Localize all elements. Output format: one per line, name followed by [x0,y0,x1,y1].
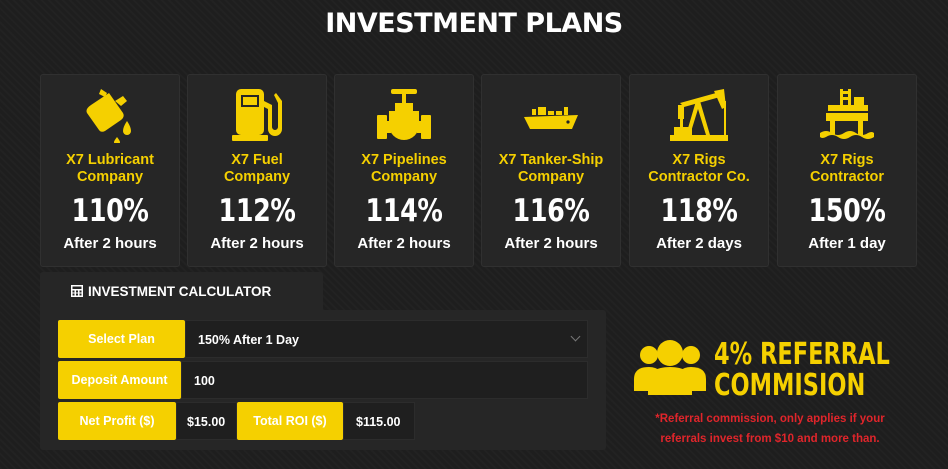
plan-card-lubricant[interactable]: X7 Lubricant Company 110% After 2 hours [40,74,180,267]
net-profit-value: $15.00 [187,415,226,429]
plan-card-rigs-contractor[interactable]: X7 Rigs Contractor 150% After 1 day [777,74,917,267]
plan-name: X7 Pipelines Company [361,152,447,185]
deposit-amount-value: 100 [194,374,215,388]
pipeline-valve-icon [377,89,431,140]
tanker-ship-icon [524,107,578,129]
plan-duration: After 1 day [808,235,886,252]
referral-note: *Referral commission, only applies if yo… [655,413,885,445]
oil-pumpjack-icon [670,89,728,141]
plan-percent: 116% [512,193,590,229]
plan-name: X7 Rigs Contractor Co. [648,152,750,185]
plan-percent: 112% [218,193,296,229]
plan-percent: 150% [808,193,886,229]
plan-duration: After 2 hours [357,235,451,252]
plan-name: X7 Rigs Contractor [809,152,885,185]
oil-can-icon [86,89,131,143]
plan-card-rigs-contractor-co[interactable]: X7 Rigs Contractor Co. 118% After 2 days [629,74,769,267]
oil-rig-icon [820,89,874,139]
calculator-tab[interactable]: INVESTMENT CALCULATOR [40,272,323,310]
plan-name: X7 Lubricant Company [66,152,154,185]
calculator-tab-label: INVESTMENT CALCULATOR [88,284,272,299]
chevron-down-icon [570,331,581,342]
plan-select[interactable]: 150% After 1 Day [185,320,588,358]
calculator-icon [71,285,83,297]
fuel-pump-icon [232,89,282,141]
plan-card-pipelines[interactable]: X7 Pipelines Company 114% After 2 hours [334,74,474,267]
page-title: INVESTMENT PLANS [325,8,623,39]
net-profit-output: $15.00 [176,402,237,440]
referral-title: 4% REFERRAL COMMISION [714,337,890,403]
plan-percent: 118% [660,193,738,229]
plan-duration: After 2 hours [210,235,304,252]
plan-card-fuel[interactable]: X7 Fuel Company 112% After 2 hours [187,74,327,267]
plan-percent: 110% [71,193,149,229]
plan-duration: After 2 hours [504,235,598,252]
net-profit-label: Net Profit ($) [58,402,176,440]
plans-grid: X7 Lubricant Company 110% After 2 hours X… [40,74,917,267]
plan-duration: After 2 hours [63,235,157,252]
plan-select-value: 150% After 1 Day [198,333,299,347]
plan-name: X7 Tanker-Ship Company [498,152,604,185]
total-roi-label: Total ROI ($) [237,402,343,440]
total-roi-output: $115.00 [343,402,415,440]
select-plan-label: Select Plan [58,320,185,358]
deposit-amount-label: Deposit Amount [58,361,181,399]
plan-name: X7 Fuel Company [223,152,291,185]
investment-calculator: Select Plan 150% After 1 Day Deposit Amo… [40,310,606,450]
deposit-amount-input[interactable]: 100 [181,361,588,399]
plan-duration: After 2 days [656,235,742,252]
plan-card-tanker-ship[interactable]: X7 Tanker-Ship Company 116% After 2 hours [481,74,621,267]
plan-percent: 114% [365,193,443,229]
users-group-icon [634,340,706,395]
total-roi-value: $115.00 [356,415,401,429]
